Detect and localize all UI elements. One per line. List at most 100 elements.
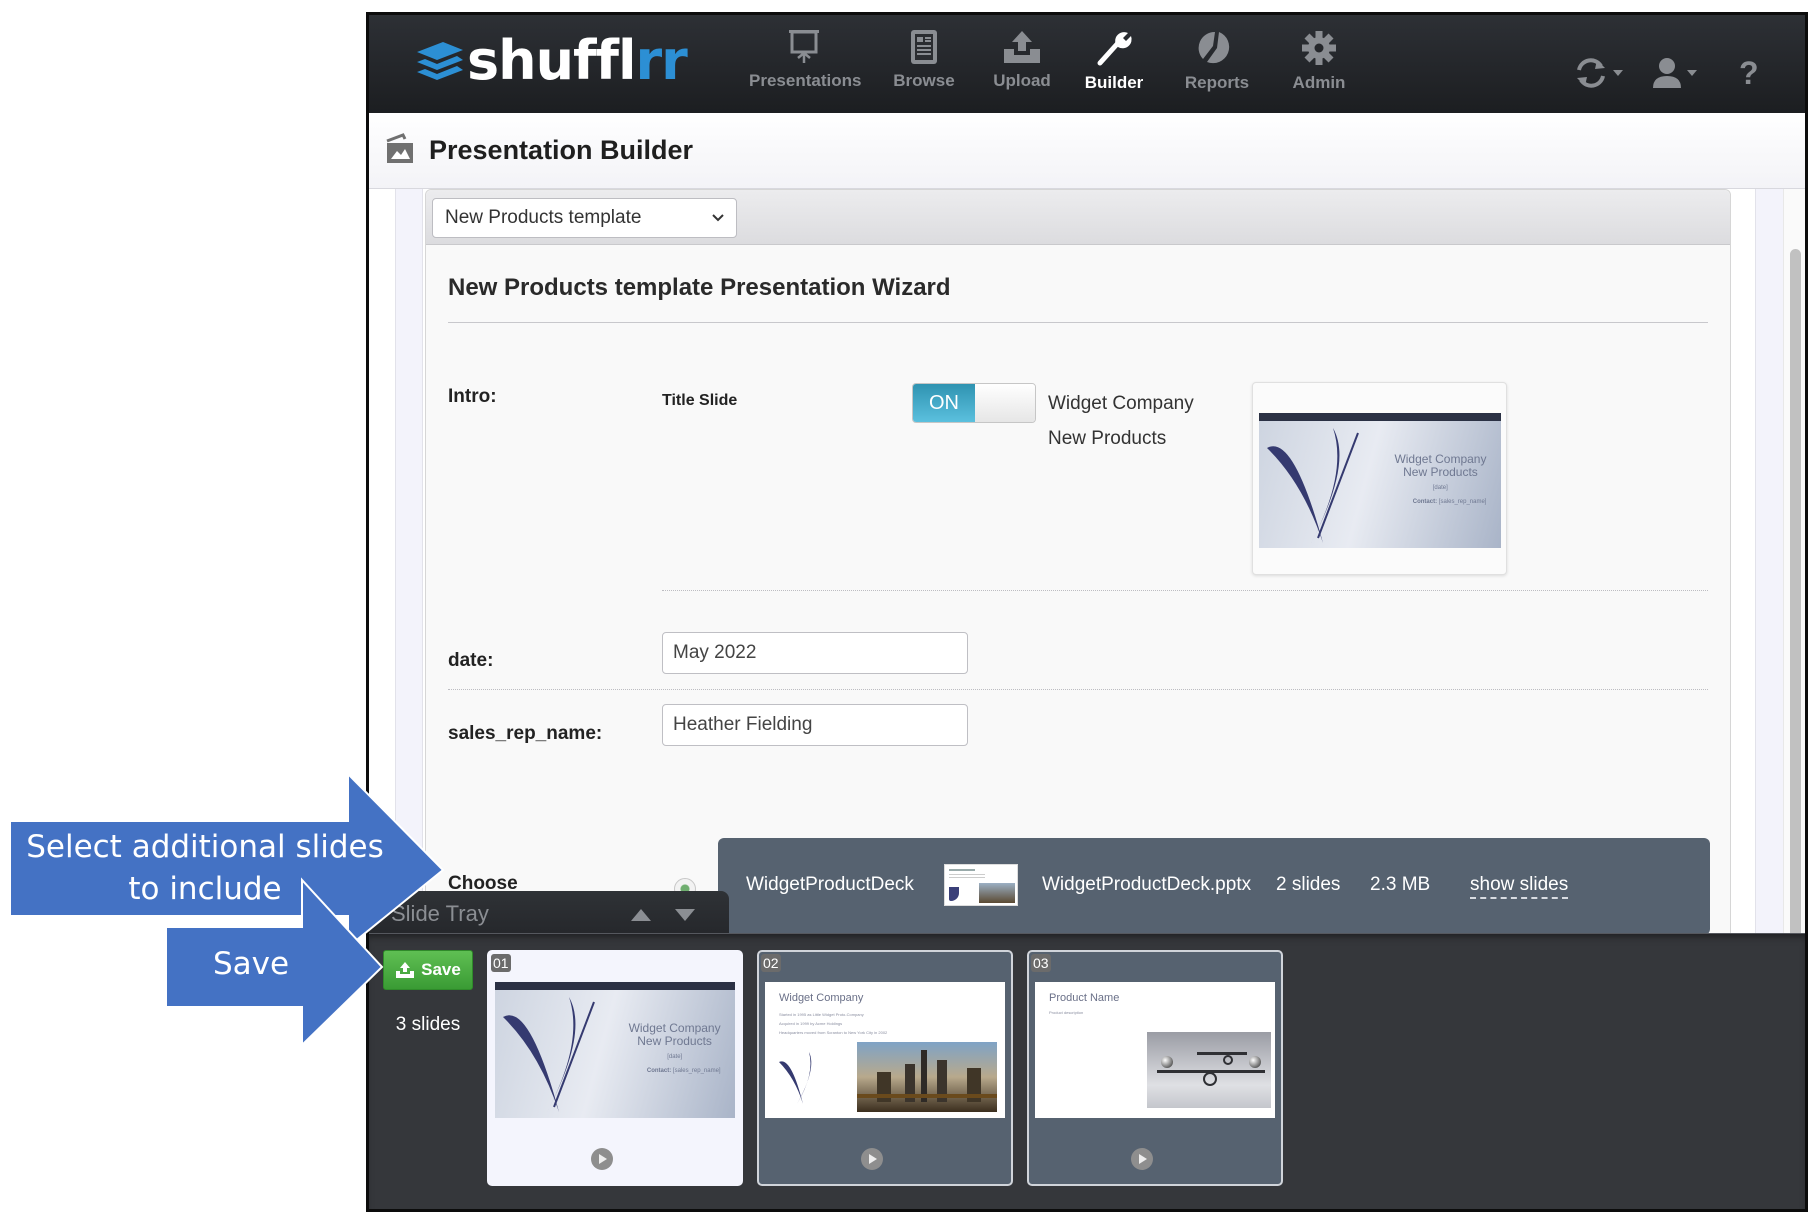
slide-contact-text: Contact: [sales_rep_name] — [646, 1068, 721, 1074]
slide-number-badge: 03 — [1031, 954, 1051, 972]
divider — [448, 689, 1708, 690]
logo-text: shufflrr — [467, 29, 688, 92]
deck-thumbnail — [944, 864, 1018, 906]
city-skyline-image — [857, 1042, 997, 1112]
nav-label: Builder — [1084, 73, 1144, 92]
logo-layers-icon — [417, 42, 463, 80]
save-label: Save — [421, 960, 461, 979]
tray-expand-up-icon[interactable] — [631, 909, 651, 921]
slide-thumbnail: Product Name Product description — [1035, 982, 1275, 1118]
title-slide-label: Title Slide — [662, 392, 738, 409]
template-select-value: New Products template — [445, 207, 642, 228]
slide-number-badge: 02 — [761, 954, 781, 972]
play-icon[interactable] — [591, 1148, 613, 1170]
page-title: Presentation Builder — [429, 135, 694, 165]
tray-slide-card[interactable]: 01 Widget Company New Products [date] Con… — [487, 950, 743, 1186]
nav-builder[interactable]: Builder — [1059, 29, 1169, 107]
intro-line-2: New Products — [1048, 428, 1167, 449]
slide-tray-label: Slide Tray — [391, 901, 489, 926]
widget-logo-icon — [1267, 428, 1359, 543]
user-menu[interactable] — [1651, 55, 1697, 91]
show-slides-link[interactable]: show slides — [1470, 874, 1569, 899]
upload-tray-icon — [1004, 31, 1040, 63]
pie-chart-icon — [1198, 31, 1230, 64]
play-icon[interactable] — [1131, 1148, 1153, 1170]
slide-preview-title: Widget Company New Products — [1394, 452, 1487, 479]
help-button[interactable]: ? — [1739, 55, 1759, 91]
deck-file-size: 2.3 MB — [1370, 874, 1431, 895]
panel-toolbar: New Products template — [426, 190, 1730, 245]
caret-down-icon — [1687, 70, 1697, 76]
top-nav-bar: shufflrr Presentations Browse Upload Bui… — [369, 15, 1805, 113]
sales-rep-name-input[interactable] — [662, 704, 968, 746]
sync-icon — [1577, 58, 1605, 88]
slide-bullets: Product description — [1049, 1010, 1084, 1015]
balance-image — [1147, 1032, 1271, 1108]
toggle-on-label: ON — [913, 384, 975, 422]
nav-reports[interactable]: Reports — [1162, 29, 1272, 107]
scrollbar-thumb[interactable] — [1790, 249, 1801, 1049]
toggle-handle — [975, 384, 1035, 422]
save-button[interactable]: Save — [383, 950, 473, 990]
presentation-row[interactable]: WidgetProductDeck WidgetProductDeck.pptx… — [718, 838, 1710, 935]
date-label: date: — [448, 650, 494, 671]
presentation-builder-icon — [386, 133, 413, 163]
wrench-icon — [1097, 32, 1132, 66]
intro-label: Intro: — [448, 386, 497, 407]
app-window: shufflrr Presentations Browse Upload Bui… — [366, 12, 1808, 1212]
slide-preview: Widget Company New Products [date] Contac… — [1259, 413, 1501, 548]
deck-name: WidgetProductDeck — [746, 874, 914, 895]
presentation-easel-icon — [789, 30, 819, 63]
wizard-title: New Products template Presentation Wizar… — [448, 274, 951, 301]
nav-label: Browse — [893, 71, 955, 90]
callout-select-slides-text: Select additional slides to include — [20, 826, 390, 910]
gear-icon — [1302, 31, 1336, 65]
nav-browse[interactable]: Browse — [869, 29, 979, 107]
upload-save-icon — [396, 962, 415, 978]
title-slide-thumbnail[interactable]: Widget Company New Products [date] Contac… — [1252, 382, 1507, 575]
chevron-down-icon — [712, 214, 724, 222]
slide-date-text: [date] — [667, 1054, 683, 1060]
deck-filename: WidgetProductDeck.pptx — [1042, 874, 1252, 895]
deck-slide-count: 2 slides — [1276, 874, 1341, 895]
page-header: Presentation Builder — [369, 113, 1805, 189]
date-input[interactable] — [662, 632, 968, 674]
help-icon: ? — [1739, 54, 1759, 91]
nav-label: Presentations — [749, 71, 862, 90]
slide-tray: Save 3 slides 01 Widget Company New Produ… — [369, 933, 1805, 1209]
divider — [662, 590, 1708, 591]
tray-slide-card[interactable]: 03 Product Name Product description — [1027, 950, 1283, 1186]
divider — [448, 322, 1708, 323]
title-slide-toggle[interactable]: ON — [912, 383, 1036, 423]
tray-slide-card[interactable]: 02 Widget Company Started in 1995 as Lit… — [757, 950, 1013, 1186]
caret-down-icon — [1613, 70, 1623, 76]
shufflrr-logo[interactable]: shufflrr — [413, 29, 688, 92]
tray-slide-count: 3 slides — [395, 1014, 461, 1035]
template-select[interactable]: New Products template — [432, 198, 737, 238]
slide-tray-tab[interactable]: Slide Tray — [369, 891, 729, 937]
user-icon — [1653, 58, 1681, 88]
sales-rep-name-label: sales_rep_name: — [448, 723, 603, 744]
play-icon[interactable] — [861, 1148, 883, 1170]
intro-title-text: Widget Company New Products — [1048, 386, 1194, 456]
widget-logo-icon — [503, 997, 595, 1112]
slide-thumbnail: Widget Company New Products [date] Contac… — [495, 982, 735, 1118]
nav-presentations[interactable]: Presentations — [749, 29, 862, 107]
slide-heading: Widget Company — [779, 992, 864, 1004]
callout-line-1: Select additional slides — [26, 829, 384, 865]
slide-title-text: Widget Company New Products — [628, 1021, 721, 1048]
widget-logo-icon — [779, 1052, 812, 1104]
slide-preview-date: [date] — [1432, 485, 1448, 491]
tray-collapse-down-icon[interactable] — [675, 909, 695, 921]
nav-admin[interactable]: Admin — [1264, 29, 1374, 107]
browse-document-icon — [911, 30, 937, 64]
sync-menu[interactable] — [1573, 55, 1623, 91]
slide-number-badge: 01 — [491, 954, 511, 972]
slide-preview-contact: Contact: [sales_rep_name] — [1412, 499, 1487, 505]
nav-label: Admin — [1292, 73, 1346, 92]
slide-thumbnail: Widget Company Started in 1995 as Little… — [765, 982, 1005, 1118]
nav-label: Reports — [1184, 73, 1250, 92]
slide-heading: Product Name — [1049, 992, 1120, 1004]
intro-line-1: Widget Company — [1048, 393, 1194, 414]
slide-bullets: Started in 1995 as Little Widget Proto-C… — [779, 1012, 888, 1035]
